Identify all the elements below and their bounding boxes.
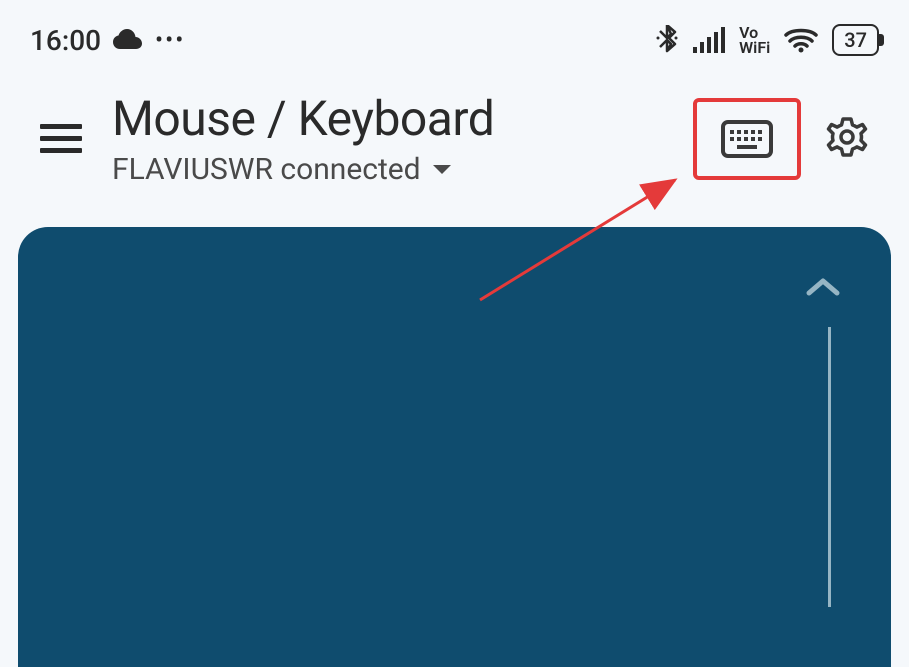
bluetooth-icon — [655, 25, 679, 55]
more-icon: ••• — [155, 26, 185, 54]
dropdown-icon — [431, 163, 453, 177]
vowifi-indicator: Vo WiFi — [739, 25, 770, 55]
status-bar: 16:00 ••• Vo WiFi 37 — [0, 0, 909, 60]
chevron-up-icon — [805, 277, 841, 299]
expand-button[interactable] — [805, 277, 841, 303]
battery-indicator: 37 — [832, 24, 879, 56]
status-left: 16:00 ••• — [30, 24, 185, 57]
keyboard-icon — [721, 120, 773, 158]
signal-icon — [693, 27, 725, 53]
wifi-icon — [784, 27, 818, 53]
app-header: Mouse / Keyboard FLAVIUSWR connected — [0, 60, 909, 227]
header-actions — [693, 98, 869, 180]
page-title: Mouse / Keyboard — [112, 90, 663, 147]
gear-icon — [825, 115, 869, 159]
settings-button[interactable] — [825, 115, 869, 163]
cloud-icon — [113, 29, 143, 51]
touchpad-area[interactable] — [18, 227, 891, 667]
header-text: Mouse / Keyboard FLAVIUSWR connected — [112, 90, 663, 187]
keyboard-button[interactable] — [693, 98, 801, 180]
status-right: Vo WiFi 37 — [655, 24, 879, 56]
status-time: 16:00 — [30, 24, 101, 57]
connection-dropdown[interactable]: FLAVIUSWR connected — [112, 152, 663, 187]
menu-button[interactable] — [40, 124, 82, 153]
scroll-indicator[interactable] — [828, 327, 831, 607]
connection-status: FLAVIUSWR connected — [112, 152, 421, 187]
